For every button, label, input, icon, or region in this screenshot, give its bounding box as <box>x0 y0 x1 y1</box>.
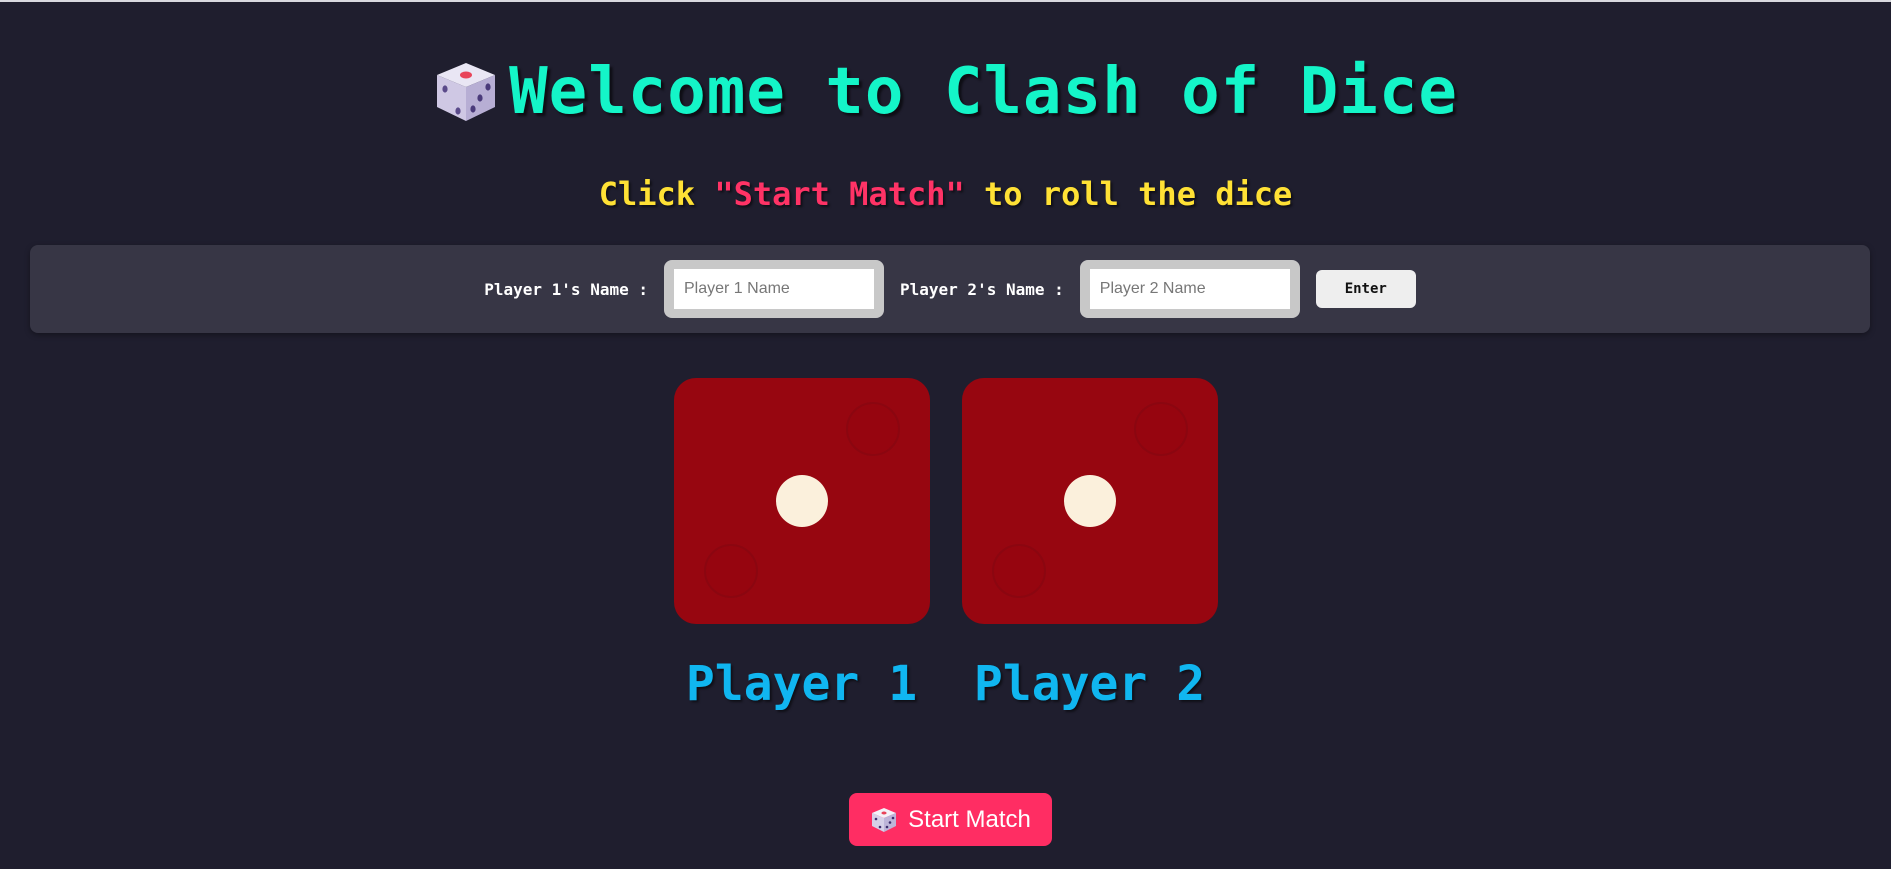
player2-name-field-wrapper <box>1079 260 1300 318</box>
player1-column: Player 1 <box>673 378 930 714</box>
player2-column: Player 2 <box>961 378 1218 714</box>
instruction-suffix: to roll the dice <box>964 175 1293 213</box>
dice-icon <box>437 63 496 121</box>
player1-name-input[interactable] <box>674 269 874 309</box>
die-pip <box>775 475 828 527</box>
player1-name: Player 1 <box>685 656 918 712</box>
die-ghost-pip <box>1133 402 1188 456</box>
player2-die <box>961 378 1218 624</box>
dice-icon <box>872 807 897 832</box>
player1-name-field-wrapper <box>664 260 884 318</box>
die-ghost-pip <box>845 402 900 456</box>
player-names-form: Player 1's Name : Player 2's Name : Ente… <box>30 245 1870 333</box>
start-match-button[interactable]: Start Match <box>849 793 1052 846</box>
player2-name-label: Player 2's Name : <box>900 279 1064 299</box>
title-text: Welcome to Clash of Dice <box>509 55 1458 129</box>
start-match-label: Start Match <box>908 805 1031 833</box>
instruction-prefix: Click <box>598 175 715 213</box>
die-pip <box>1063 475 1116 527</box>
die-ghost-pip <box>703 544 758 598</box>
page-title: Welcome to Clash of Dice <box>0 52 1891 132</box>
player2-name: Player 2 <box>973 656 1206 712</box>
instruction-highlight: "Start Match" <box>714 175 965 213</box>
top-border-line <box>0 0 1891 2</box>
dice-area: Player 1 Player 2 <box>0 378 1891 714</box>
enter-button[interactable]: Enter <box>1315 270 1416 308</box>
instruction-text: Click "Start Match" to roll the dice <box>0 172 1891 216</box>
die-ghost-pip <box>991 544 1046 598</box>
player1-name-label: Player 1's Name : <box>484 279 648 299</box>
player1-die <box>673 378 930 624</box>
player2-name-input[interactable] <box>1089 269 1290 309</box>
